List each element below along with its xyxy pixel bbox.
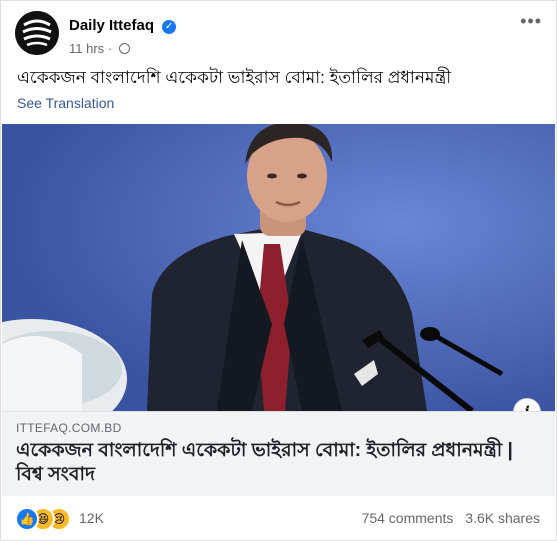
more-options-icon[interactable]: ••• <box>520 11 542 32</box>
link-preview-box[interactable]: ITTEFAQ.COM.BD একেকজন বাংলাদেশি একেকটা ভ… <box>2 411 555 496</box>
shares-count[interactable]: 3.6K shares <box>465 510 540 526</box>
post-card: Daily Ittefaq ✓ 11 hrs · ••• একেকজন বাংল… <box>0 0 557 541</box>
post-footer: 👍 😆 😢 12K 754 comments 3.6K shares <box>15 507 540 531</box>
link-preview-image[interactable]: i <box>2 124 555 411</box>
post-time[interactable]: 11 hrs <box>69 41 104 56</box>
post-text: একেকজন বাংলাদেশি একেকটা ভাইরাস বোমা: ইতা… <box>17 68 452 87</box>
post-header: Daily Ittefaq ✓ 11 hrs · ••• <box>15 11 544 57</box>
like-reaction-icon: 👍 <box>15 507 39 531</box>
verified-icon: ✓ <box>162 20 177 34</box>
page-name-row: Daily Ittefaq ✓ <box>69 17 177 34</box>
link-title[interactable]: একেকজন বাংলাদেশি একেকটা ভাইরাস বোমা: ইতা… <box>16 439 526 487</box>
page-name-link[interactable]: Daily Ittefaq <box>69 17 154 34</box>
speaker-photo <box>2 124 555 411</box>
post-meta: 11 hrs · <box>69 41 130 56</box>
link-domain: ITTEFAQ.COM.BD <box>16 421 122 435</box>
ittefaq-logo-icon <box>15 11 59 55</box>
engagement-stats: 754 comments 3.6K shares <box>362 510 540 526</box>
globe-icon <box>118 43 130 54</box>
comments-count[interactable]: 754 comments <box>362 510 454 526</box>
avatar[interactable] <box>15 11 59 55</box>
see-translation-link[interactable]: See Translation <box>17 95 114 111</box>
reaction-count[interactable]: 12K <box>79 510 104 526</box>
